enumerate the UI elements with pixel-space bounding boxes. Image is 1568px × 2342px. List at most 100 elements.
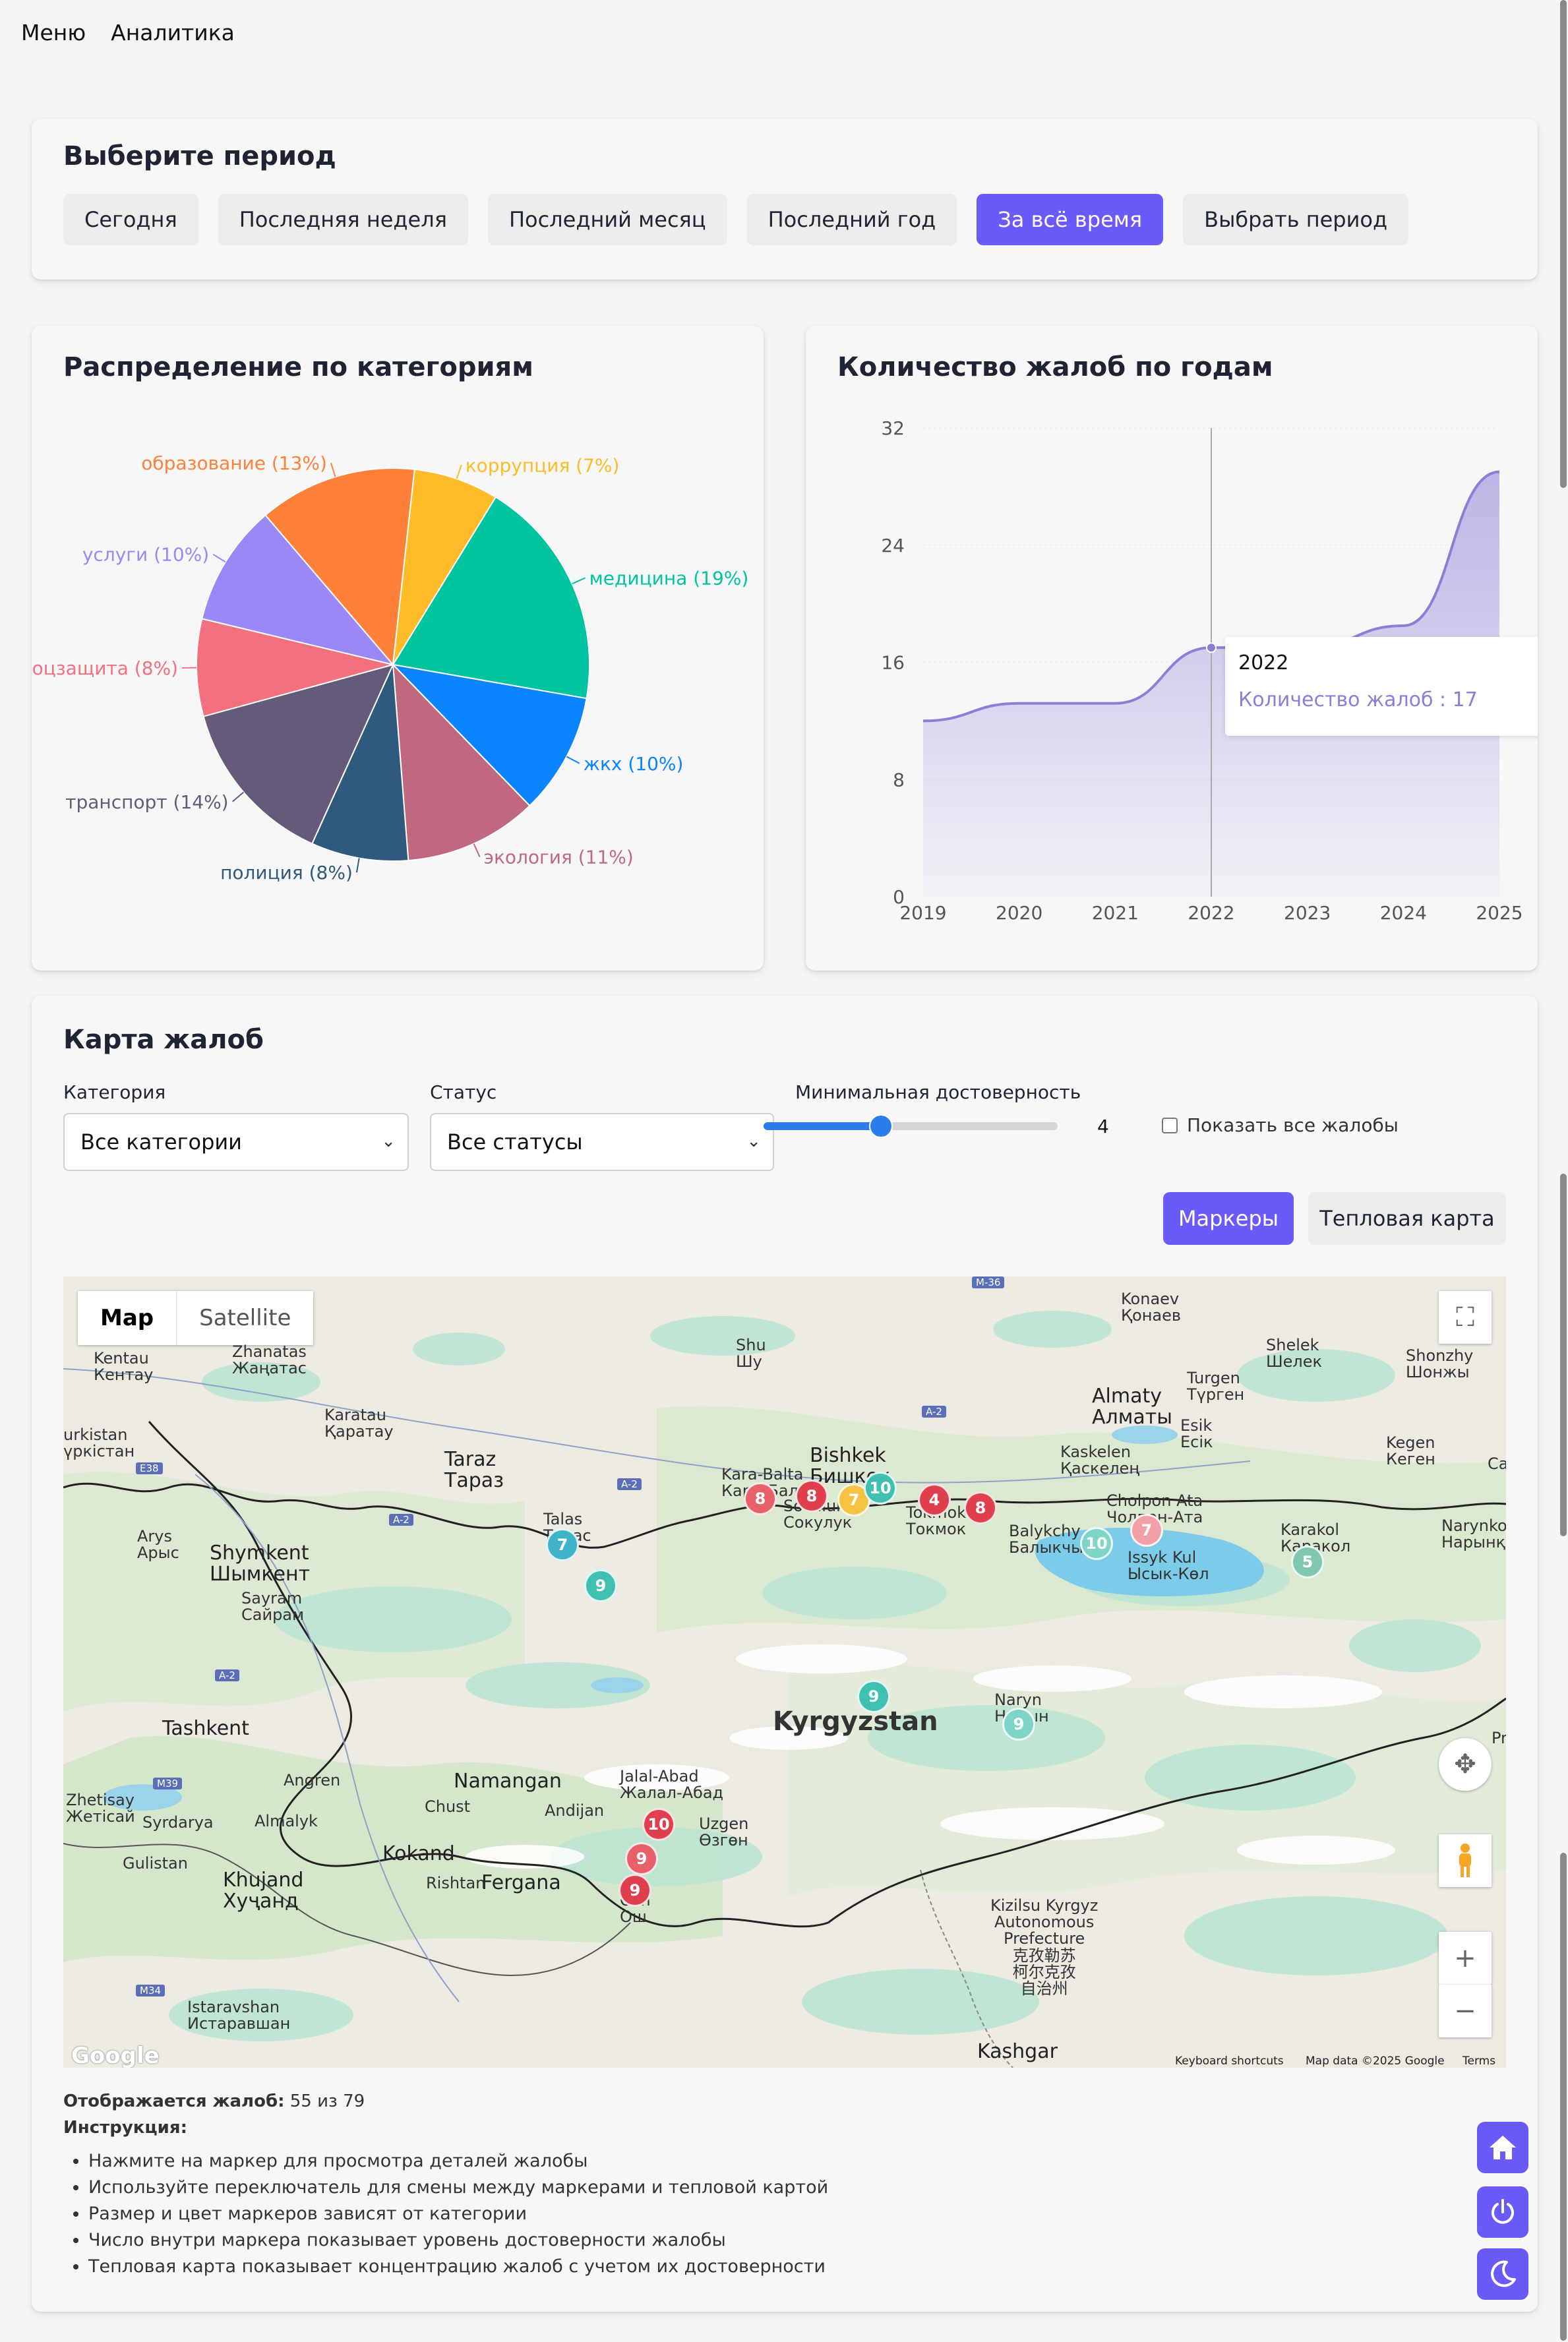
map-type-control: Map Satellite — [78, 1291, 314, 1345]
city-label: Kegen Кеген — [1386, 1433, 1435, 1469]
region-label: Kizilsu Kyrgyz Autonomous Prefecture 克孜勒苏 柯尔… — [990, 1896, 1099, 1998]
period-title: Выберите период — [63, 141, 336, 171]
x-tick-label: 2024 — [1380, 902, 1427, 924]
complaint-marker[interactable]: 8 — [744, 1482, 777, 1515]
city-label: Namangan — [454, 1770, 562, 1793]
zoom-out-icon[interactable]: − — [1439, 1985, 1492, 2037]
complaint-marker[interactable]: 9 — [618, 1874, 651, 1907]
show-all-toggle[interactable]: Показать все жалобы — [1162, 1114, 1399, 1136]
pie-label-line — [231, 791, 245, 802]
status-select-value: Все статусы — [447, 1129, 583, 1155]
complaint-marker[interactable]: 9 — [584, 1569, 617, 1602]
complaint-marker[interactable]: 10 — [642, 1808, 675, 1841]
period-week-button[interactable]: Последняя неделя — [218, 194, 468, 245]
camera-control-icon[interactable]: ✥ — [1439, 1738, 1492, 1791]
y-tick-label: 16 — [881, 652, 905, 674]
complaint-marker[interactable]: 9 — [625, 1842, 658, 1875]
city-label: Kaskelen Қаскелең — [1060, 1443, 1140, 1478]
city-label: Kashgar — [977, 2040, 1058, 2063]
home-button[interactable] — [1477, 2122, 1528, 2173]
city-label: Khujand Хуҷанд — [223, 1869, 304, 1913]
period-all-time-button[interactable]: За всё время — [977, 194, 1164, 245]
complaint-marker[interactable]: 10 — [864, 1472, 897, 1505]
city-label: Almaty Алматы — [1092, 1385, 1172, 1429]
period-today-button[interactable]: Сегодня — [63, 194, 198, 245]
chevron-down-icon: ⌄ — [746, 1131, 761, 1151]
period-custom-button[interactable]: Выбрать период — [1183, 194, 1409, 245]
scrollbar-thumb[interactable] — [1560, 1174, 1567, 1536]
map-background — [63, 1276, 1506, 2068]
reliability-slider[interactable] — [764, 1114, 1058, 1138]
category-select[interactable]: Все категории ⌄ — [63, 1113, 409, 1171]
country-label: Kyrgyzstan — [773, 1706, 938, 1737]
complaint-marker[interactable]: 4 — [918, 1484, 951, 1516]
map-title: Карта жалоб — [63, 1025, 264, 1055]
status-label: Статус — [430, 1081, 497, 1103]
heatmap-mode-button[interactable]: Тепловая карта — [1308, 1192, 1506, 1245]
keyboard-shortcuts-link[interactable]: Keyboard shortcuts — [1175, 2055, 1284, 2068]
y-tick-label: 32 — [881, 417, 905, 439]
pie-label-line — [572, 577, 586, 585]
road-label: M-36 — [972, 1276, 1005, 1288]
period-month-button[interactable]: Последний месяц — [487, 194, 727, 245]
complaint-marker[interactable]: 8 — [964, 1491, 997, 1524]
street-view-pegman-icon[interactable] — [1439, 1834, 1492, 1887]
terms-link[interactable]: Terms — [1462, 2055, 1495, 2068]
status-select[interactable]: Все статусы ⌄ — [430, 1113, 774, 1171]
nav-menu[interactable]: Меню — [21, 20, 86, 45]
instruction-item: Число внутри маркера показывает уровень … — [88, 2227, 828, 2254]
road-label: A-2 — [389, 1514, 413, 1526]
category-label: Категория — [63, 1081, 166, 1103]
city-label: Jalal-Abad Жалал-Абад — [620, 1767, 724, 1803]
complaint-marker[interactable]: 10 — [1080, 1527, 1113, 1560]
nav-analytics[interactable]: Аналитика — [111, 20, 235, 45]
logout-button[interactable] — [1477, 2186, 1528, 2238]
city-label: Kokand — [382, 1842, 455, 1865]
period-buttons: Сегодня Последняя неделя Последний месяц… — [63, 194, 1409, 245]
complaint-marker[interactable]: 8 — [795, 1480, 828, 1513]
road-label: E38 — [136, 1462, 163, 1474]
map-type-satellite[interactable]: Satellite — [176, 1291, 313, 1345]
pie-slice-label: экология (11%) — [484, 847, 634, 868]
show-all-checkbox[interactable] — [1162, 1117, 1178, 1133]
pie-label-line — [330, 462, 336, 477]
city-label: Ca — [1488, 1455, 1506, 1473]
fullscreen-icon[interactable]: ⛶ — [1439, 1291, 1492, 1344]
category-select-value: Все категории — [80, 1129, 242, 1155]
city-label: Kentau Кентау — [94, 1349, 154, 1385]
google-logo: Google — [71, 2043, 160, 2068]
complaint-marker[interactable]: 9 — [857, 1680, 890, 1713]
complaint-marker[interactable]: 7 — [1130, 1514, 1163, 1547]
road-label: M39 — [153, 1778, 183, 1789]
city-label: urkistan үркістан — [63, 1426, 135, 1461]
reliability-value: 4 — [1097, 1116, 1109, 1137]
pie-slice-label: услуги (10%) — [82, 544, 209, 566]
zoom-in-icon[interactable]: + — [1439, 1932, 1492, 1985]
chart-tooltip: 2022 Количество жалоб : 17 — [1225, 637, 1538, 736]
active-point[interactable] — [1206, 642, 1217, 653]
tooltip-value: Количество жалоб : 17 — [1238, 688, 1478, 711]
x-tick-label: 2023 — [1284, 902, 1331, 924]
pie-label-line — [566, 756, 580, 764]
scrollbar-thumb[interactable] — [1560, 0, 1567, 488]
complaint-marker[interactable]: 7 — [546, 1528, 579, 1561]
city-label: Rishtan — [426, 1874, 486, 1892]
city-label: Konaev Қонаев — [1121, 1290, 1182, 1325]
shown-count-value: 55 из 79 — [289, 2091, 365, 2111]
map-type-map[interactable]: Map — [78, 1291, 176, 1345]
road-label: A-2 — [617, 1478, 642, 1490]
period-year-button[interactable]: Последний год — [746, 194, 957, 245]
complaint-marker[interactable]: 9 — [1002, 1708, 1035, 1741]
instructions-list: Нажмите на маркер для просмотра деталей … — [88, 2148, 828, 2280]
theme-toggle-button[interactable] — [1477, 2248, 1528, 2300]
city-label: Chust — [425, 1797, 471, 1816]
pie-chart-card: Распределение по категориям медицина (19… — [32, 326, 764, 971]
map-view[interactable]: Map Satellite ⛶ ✥ + − M-36 A-2 A-2 A-2 E… — [63, 1276, 1506, 2068]
complaint-marker[interactable]: 5 — [1291, 1546, 1324, 1578]
tooltip-year: 2022 — [1238, 651, 1289, 675]
power-icon — [1492, 2199, 1514, 2224]
markers-mode-button[interactable]: Маркеры — [1163, 1192, 1294, 1245]
x-tick-label: 2025 — [1476, 902, 1523, 924]
instruction-item: Тепловая карта показывает концентрацию ж… — [88, 2254, 828, 2280]
scrollbar-thumb[interactable] — [1560, 1853, 1567, 2341]
